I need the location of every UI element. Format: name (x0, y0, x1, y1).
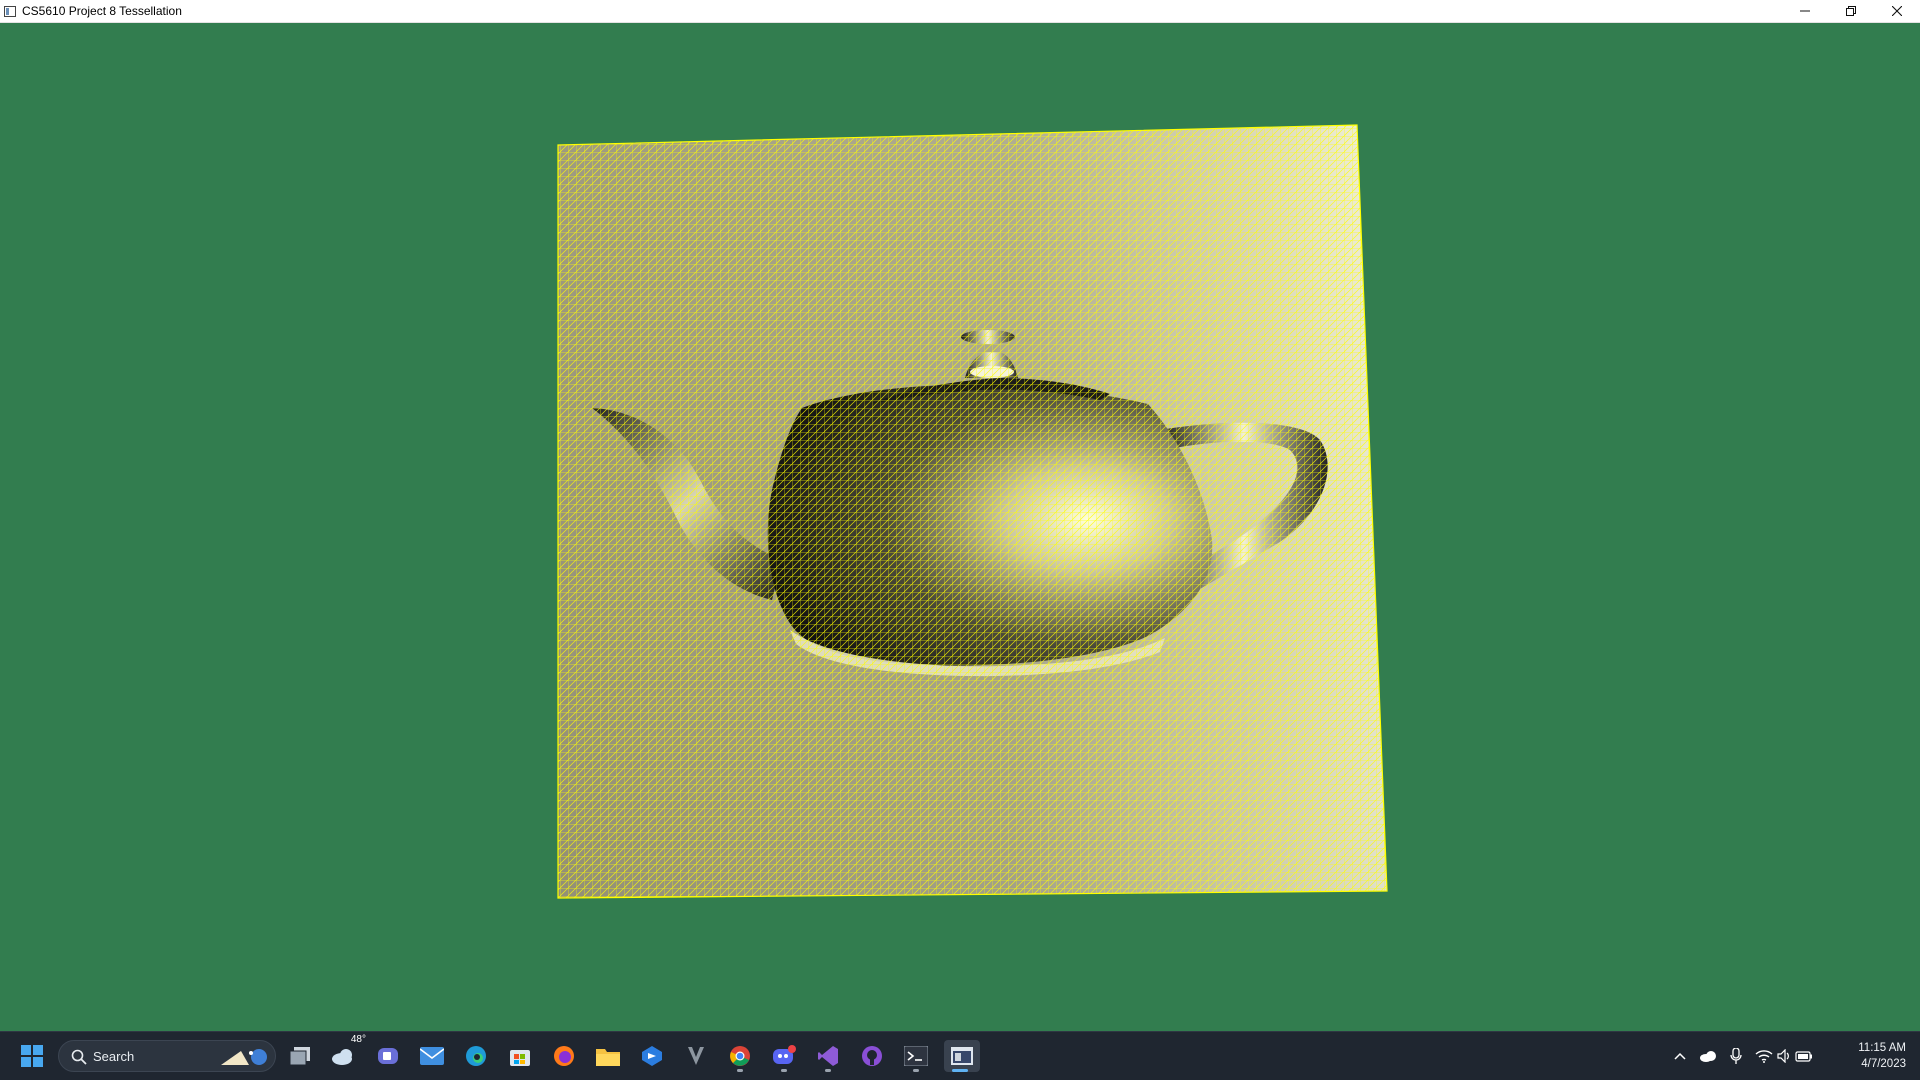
search-icon (71, 1049, 87, 1065)
wireframe-mesh (558, 125, 1387, 898)
teams-chat-icon (378, 1048, 398, 1064)
clock[interactable]: 11:15 AM 4/7/2023 (1858, 1040, 1906, 1072)
opengl-app-button[interactable] (944, 1040, 980, 1072)
alienware-button[interactable] (680, 1040, 712, 1072)
restore-button[interactable] (1828, 0, 1874, 22)
clock-time: 11:15 AM (1858, 1042, 1906, 1054)
taskbar: Search 48° 11:15 AM 4/7/2023 (0, 1031, 1920, 1080)
weather-button[interactable]: 48° (328, 1034, 366, 1072)
chrome-icon (730, 1046, 750, 1066)
store-icon (510, 1050, 530, 1066)
file-explorer-button[interactable] (592, 1040, 624, 1072)
microphone-icon (1730, 1048, 1742, 1064)
opengl-app-icon (951, 1047, 973, 1065)
battery-icon (1795, 1051, 1812, 1062)
copilot-button[interactable] (636, 1040, 668, 1072)
start-button[interactable] (16, 1040, 48, 1072)
wifi-icon (1755, 1050, 1773, 1063)
mail-icon (420, 1047, 444, 1065)
mail-button[interactable] (416, 1040, 448, 1072)
restore-icon (1846, 6, 1856, 16)
speaker-icon (1777, 1049, 1789, 1063)
teams-chat-button[interactable] (372, 1040, 404, 1072)
weather-icon (332, 1049, 352, 1065)
clock-date: 4/7/2023 (1861, 1058, 1906, 1070)
alienware-icon (688, 1047, 704, 1065)
network-button[interactable] (1754, 1046, 1774, 1066)
store-button[interactable] (504, 1040, 536, 1072)
search-highlight-icon (221, 1049, 267, 1065)
visual-studio-button[interactable] (812, 1040, 844, 1072)
edge-button[interactable] (460, 1040, 492, 1072)
task-view-icon (289, 1047, 310, 1066)
close-icon (1892, 6, 1902, 16)
render-viewport[interactable] (0, 23, 1920, 1031)
minimize-icon (1800, 10, 1810, 12)
task-view-button[interactable] (284, 1040, 316, 1072)
weather-temperature: 48° (350, 1034, 366, 1045)
github-desktop-icon (862, 1046, 882, 1066)
firefox-button[interactable] (548, 1040, 580, 1072)
tessellated-plane (557, 124, 1388, 899)
firefox-icon (554, 1046, 574, 1066)
chevron-up-icon (1674, 1052, 1686, 1060)
volume-button[interactable] (1774, 1046, 1794, 1066)
close-button[interactable] (1874, 0, 1920, 22)
visual-studio-icon (818, 1046, 838, 1066)
show-hidden-icons-button[interactable] (1670, 1046, 1690, 1066)
chrome-button[interactable] (724, 1040, 756, 1072)
discord-icon (773, 1045, 796, 1064)
terminal-icon (904, 1046, 928, 1066)
title-bar[interactable]: CS5610 Project 8 Tessellation (0, 0, 1920, 23)
battery-button[interactable] (1794, 1046, 1814, 1066)
terminal-button[interactable] (900, 1040, 932, 1072)
microphone-button[interactable] (1726, 1046, 1746, 1066)
copilot-icon (642, 1046, 662, 1066)
start-icon (21, 1045, 43, 1067)
github-desktop-button[interactable] (856, 1040, 888, 1072)
edge-icon (466, 1046, 486, 1066)
minimize-button[interactable] (1782, 0, 1828, 22)
file-explorer-icon (596, 1049, 620, 1066)
discord-button[interactable] (768, 1040, 800, 1072)
onedrive-button[interactable] (1698, 1046, 1718, 1066)
onedrive-icon (1700, 1051, 1716, 1062)
app-window-icon (4, 5, 16, 17)
system-tray: 11:15 AM 4/7/2023 (1660, 1032, 1920, 1080)
search-input[interactable]: Search (58, 1040, 276, 1072)
search-placeholder: Search (93, 1049, 135, 1064)
window-title: CS5610 Project 8 Tessellation (22, 4, 182, 18)
